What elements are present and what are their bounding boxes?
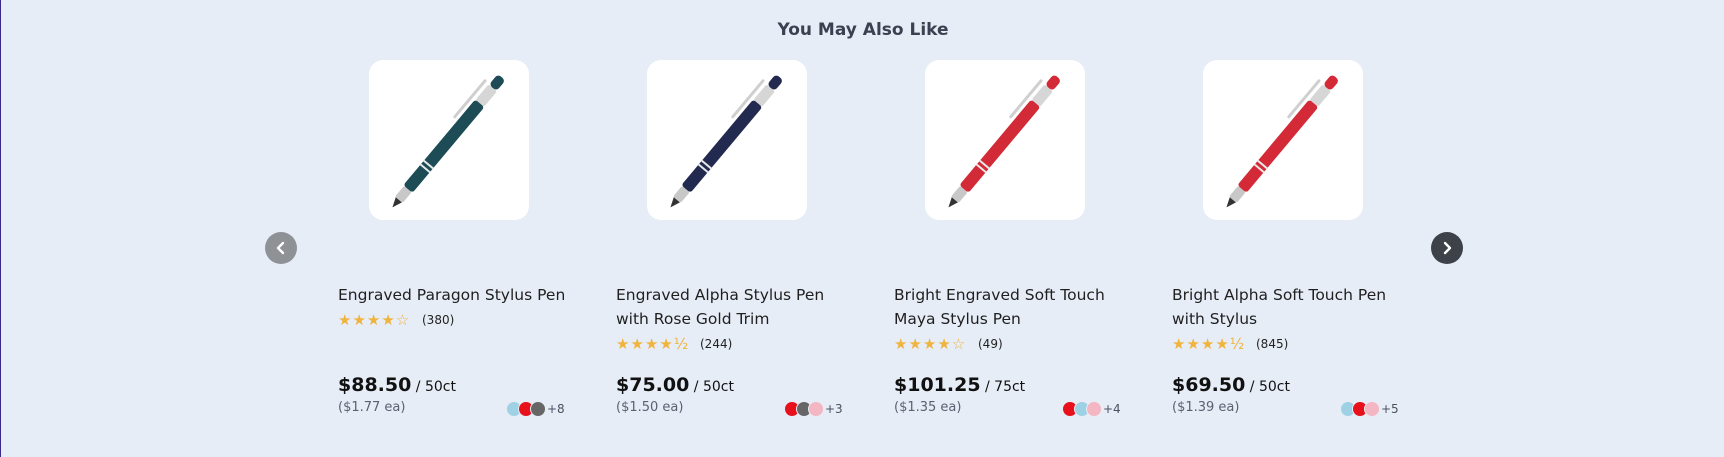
price-value: $69.50 [1172,374,1246,396]
chevron-right-icon [1443,241,1452,255]
price-value: $88.50 [338,374,412,396]
product-card[interactable]: Engraved Alpha Stylus Pen with Rose Gold… [616,0,861,457]
more-colors-count[interactable]: +4 [1103,402,1121,416]
review-count: (845) [1256,337,1289,351]
product-image[interactable] [369,60,529,220]
product-card[interactable]: Engraved Paragon Stylus Pen ★★★★☆ (380) … [338,0,583,457]
product-image[interactable] [647,60,807,220]
product-price: $75.00 / 50ct [616,374,734,396]
color-swatches[interactable]: +8 [506,401,565,417]
price-quantity: / 50ct [689,379,734,395]
price-each: ($1.35 ea) [894,400,962,415]
color-swatches[interactable]: +4 [1062,401,1121,417]
price-value: $75.00 [616,374,690,396]
pen-illustration [1226,75,1338,208]
product-image[interactable] [925,60,1085,220]
rating-stars: ★★★★½ [616,335,690,353]
pen-illustration [670,75,782,208]
color-swatch[interactable] [1086,401,1102,417]
carousel-next-button[interactable] [1431,232,1463,264]
price-value: $101.25 [894,374,981,396]
product-name-link[interactable]: Bright Engraved Soft Touch Maya Stylus P… [894,283,1124,331]
color-swatches[interactable]: +5 [1340,401,1399,417]
product-price: $69.50 / 50ct [1172,374,1290,396]
rating-stars: ★★★★☆ [338,311,411,329]
color-swatch[interactable] [1364,401,1380,417]
price-each: ($1.50 ea) [616,400,684,415]
product-name-link[interactable]: Engraved Alpha Stylus Pen with Rose Gold… [616,283,846,331]
carousel-prev-button[interactable] [265,232,297,264]
color-swatch[interactable] [808,401,824,417]
price-quantity: / 75ct [980,379,1026,395]
product-rating: ★★★★½ (845) [1172,335,1288,353]
rating-stars: ★★★★½ [1172,335,1246,353]
product-price: $101.25 / 75ct [894,374,1025,396]
pen-illustration [948,75,1060,208]
product-card[interactable]: Bright Engraved Soft Touch Maya Stylus P… [894,0,1139,457]
more-colors-count[interactable]: +8 [547,402,565,416]
product-image[interactable] [1203,60,1363,220]
product-card[interactable]: Bright Alpha Soft Touch Pen with Stylus … [1172,0,1417,457]
price-quantity: / 50ct [1245,379,1290,395]
price-each: ($1.39 ea) [1172,400,1240,415]
rating-stars: ★★★★☆ [894,335,967,353]
review-count: (49) [978,337,1003,351]
more-colors-count[interactable]: +5 [1381,402,1399,416]
color-swatches[interactable]: +3 [784,401,843,417]
color-swatch[interactable] [530,401,546,417]
more-colors-count[interactable]: +3 [825,402,843,416]
product-price: $88.50 / 50ct [338,374,456,396]
section-title: You May Also Like [777,20,949,40]
product-rating: ★★★★½ (244) [616,335,732,353]
review-count: (380) [422,313,455,327]
product-rating: ★★★★☆ (49) [894,335,1003,353]
review-count: (244) [700,337,733,351]
product-name-link[interactable]: Engraved Paragon Stylus Pen [338,283,568,307]
chevron-left-icon [276,241,285,255]
product-rating: ★★★★☆ (380) [338,311,454,329]
price-each: ($1.77 ea) [338,400,406,415]
price-quantity: / 50ct [411,379,456,395]
product-name-link[interactable]: Bright Alpha Soft Touch Pen with Stylus [1172,283,1402,331]
pen-illustration [392,75,504,208]
